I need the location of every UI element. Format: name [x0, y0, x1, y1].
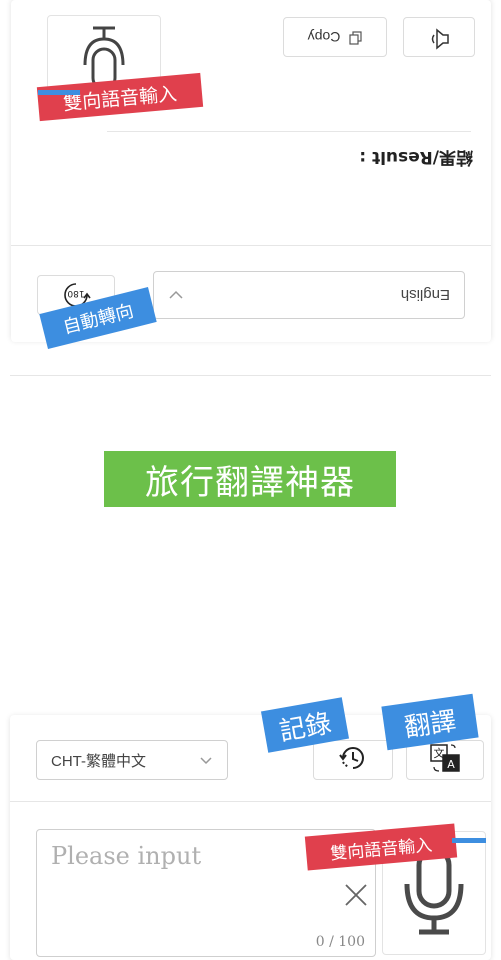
chevron-down-icon [199, 752, 213, 769]
translate-button[interactable]: 文 A [406, 740, 484, 780]
section-divider [10, 375, 491, 376]
divider [10, 801, 491, 802]
translate-label-text: 翻譯 [402, 706, 459, 743]
speak-button[interactable] [403, 17, 475, 57]
title-banner: 旅行翻譯神器 [104, 451, 396, 507]
blue-accent-bar [38, 90, 80, 95]
input-placeholder: Please input [51, 842, 202, 870]
copy-icon [348, 29, 362, 46]
voice-input-label-text: 雙向語音輸入 [329, 835, 433, 864]
language-select-top[interactable]: English [153, 271, 465, 319]
history-label-text: 記錄 [277, 708, 334, 747]
chevron-down-icon [168, 287, 184, 304]
speaker-icon [426, 22, 452, 52]
language-select-bottom[interactable]: CHT-繁體中文 [36, 740, 228, 780]
history-icon [337, 742, 369, 778]
char-counter: 0 / 100 [315, 934, 365, 950]
translate-icon: 文 A [428, 743, 462, 777]
divider [11, 245, 491, 246]
blue-accent-bar [452, 838, 486, 843]
language-select-value: English [400, 286, 450, 304]
clear-icon[interactable] [343, 882, 369, 912]
divider [107, 131, 471, 132]
title-text: 旅行翻譯神器 [145, 462, 355, 503]
copy-label: Copy [307, 29, 341, 45]
result-card: English 180 結果/Result : Copy [11, 0, 491, 342]
history-button[interactable] [313, 740, 393, 780]
language-select-value: CHT-繁體中文 [51, 752, 146, 770]
svg-text:A: A [447, 758, 455, 771]
copy-button[interactable]: Copy [283, 17, 387, 57]
svg-text:180: 180 [67, 288, 84, 298]
result-label: 結果/Result : [359, 147, 473, 167]
voice-input-label-text: 雙向語音輸入 [62, 82, 178, 115]
